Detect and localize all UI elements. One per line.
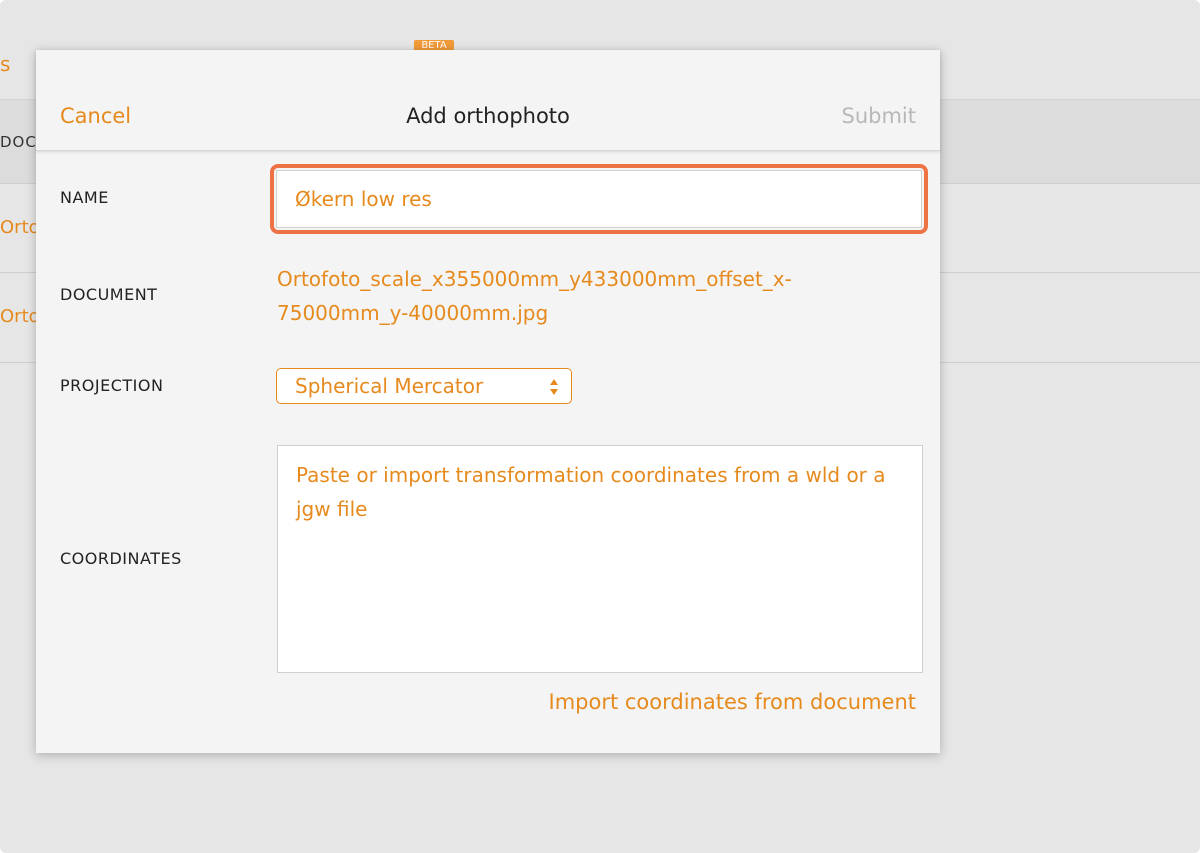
coordinates-label: COORDINATES bbox=[60, 549, 182, 568]
import-coordinates-link[interactable]: Import coordinates from document bbox=[549, 690, 917, 714]
dialog-title: Add orthophoto bbox=[406, 104, 570, 128]
add-orthophoto-dialog: Cancel Add orthophoto Submit NAME DOCUME… bbox=[36, 50, 940, 753]
document-filename: Ortofoto_scale_x355000mm_y433000mm_offse… bbox=[277, 267, 792, 325]
background-row-name: Orto bbox=[0, 217, 40, 238]
projection-label: PROJECTION bbox=[60, 376, 164, 395]
submit-button[interactable]: Submit bbox=[842, 104, 917, 128]
coordinates-textarea[interactable] bbox=[277, 445, 923, 673]
dialog-header: Cancel Add orthophoto Submit bbox=[36, 50, 940, 151]
background-tab-text: s bbox=[0, 52, 11, 76]
document-label: DOCUMENT bbox=[60, 285, 158, 304]
name-label: NAME bbox=[60, 188, 109, 207]
projection-selected-value: Spherical Mercator bbox=[295, 374, 484, 398]
projection-select[interactable]: Spherical Mercator bbox=[276, 368, 572, 404]
background-row-name: Orto bbox=[0, 306, 40, 327]
name-input[interactable] bbox=[276, 170, 922, 228]
screen: s BETA DOCU Orto Orto Cancel Add orthoph… bbox=[0, 0, 1200, 853]
select-arrows-icon bbox=[550, 379, 558, 395]
